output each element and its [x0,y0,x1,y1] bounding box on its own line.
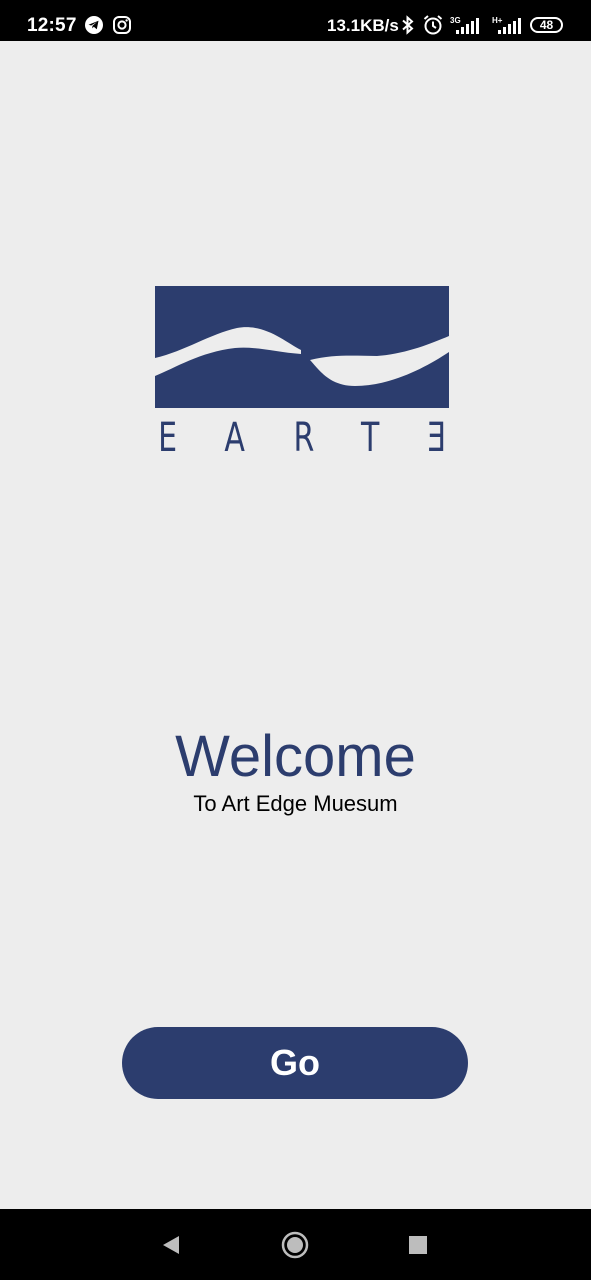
battery-level: 48 [539,18,554,32]
go-button[interactable]: Go [122,1027,468,1099]
earte-logo [155,286,449,408]
battery-indicator: 48 [530,17,563,33]
network-speed: 13.1KB/s [327,16,399,35]
status-bar: 12:57 13.1KB/s 3G H+ 48 [0,0,591,41]
logo-letter: E [426,415,446,461]
go-button-label: Go [270,1042,320,1083]
instagram-icon [113,16,131,34]
welcome-subtitle: To Art Edge Muesum [193,791,398,816]
status-time: 12:57 [27,15,77,36]
logo-letter: T [361,415,380,461]
alarm-icon [423,15,443,35]
recents-icon[interactable] [404,1231,432,1259]
logo-wordmark: E A R T E [155,415,449,461]
signal-icon [456,18,479,34]
welcome-title: Welcome [175,724,416,789]
logo-letter: R [293,415,314,461]
logo-letter: E [158,415,178,461]
bluetooth-icon [402,15,414,35]
home-icon[interactable] [281,1231,309,1259]
logo-letter: A [224,415,246,461]
navigation-bar [0,1209,591,1280]
back-icon[interactable] [157,1231,185,1259]
signal-icon [498,18,521,34]
telegram-icon [85,16,103,34]
